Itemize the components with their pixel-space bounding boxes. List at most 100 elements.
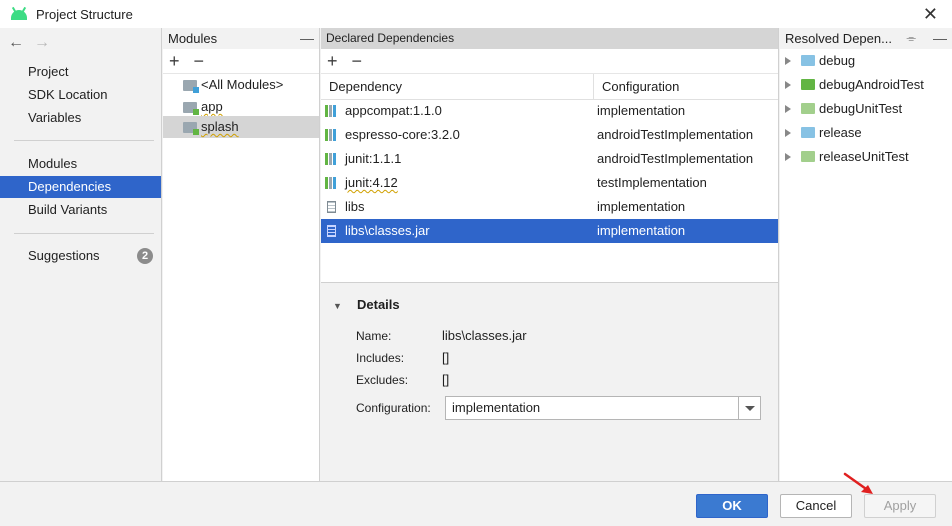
modules-panel-title: Modules: [168, 31, 218, 46]
minimize-icon[interactable]: —: [300, 28, 314, 49]
library-icon: [325, 153, 338, 165]
excludes-value[interactable]: []: [442, 372, 449, 387]
ok-button[interactable]: OK: [696, 494, 768, 518]
details-section: ▼ Details Name: libs\classes.jar Include…: [321, 282, 778, 481]
dependency-name: libs: [345, 199, 365, 214]
module-item-splash[interactable]: splash: [163, 116, 319, 138]
chevron-right-icon[interactable]: [785, 105, 791, 113]
table-row[interactable]: junit:4.12 testImplementation: [321, 171, 778, 195]
chevron-right-icon[interactable]: [785, 153, 791, 161]
table-row[interactable]: espresso-core:3.2.0 androidTestImplement…: [321, 123, 778, 147]
resolved-item-release[interactable]: release: [780, 121, 952, 145]
close-icon[interactable]: ✕: [923, 4, 938, 24]
table-row-selected[interactable]: libs\classes.jar implementation: [321, 219, 778, 243]
resolved-item-release-unit-test[interactable]: releaseUnitTest: [780, 145, 952, 169]
forward-arrow-icon[interactable]: →: [34, 34, 50, 51]
table-row[interactable]: appcompat:1.1.0 implementation: [321, 99, 778, 123]
android-studio-icon: [10, 6, 28, 21]
nav-item-project[interactable]: Project: [0, 61, 161, 83]
nav-divider: [14, 233, 154, 234]
configuration-dropdown[interactable]: implementation: [445, 396, 761, 420]
chevron-right-icon[interactable]: [785, 129, 791, 137]
all-modules-icon: [183, 80, 199, 93]
folder-icon: [801, 79, 815, 90]
dependency-name: junit:1.1.1: [345, 151, 402, 166]
resolved-item-label: debugAndroidTest: [819, 77, 924, 92]
declared-dependencies-header: Declared Dependencies: [321, 28, 778, 49]
module-item-all-modules[interactable]: <All Modules>: [163, 74, 319, 96]
table-row[interactable]: junit:1.1.1 androidTestImplementation: [321, 147, 778, 171]
details-heading: Details: [357, 297, 400, 312]
configuration-dropdown-value[interactable]: implementation: [452, 397, 540, 419]
resolved-item-debug-android-test[interactable]: debugAndroidTest: [780, 73, 952, 97]
folder-icon: [801, 103, 815, 114]
dependency-name: libs\classes.jar: [345, 223, 430, 238]
excludes-label: Excludes:: [356, 373, 409, 387]
nav-item-variables[interactable]: Variables: [0, 107, 161, 129]
module-label: <All Modules>: [201, 77, 284, 92]
nav-item-suggestions[interactable]: Suggestions 2: [0, 245, 161, 267]
add-module-button[interactable]: +: [169, 52, 180, 70]
resolved-item-label: releaseUnitTest: [819, 149, 909, 164]
annotation-arrow-icon: [843, 472, 873, 494]
resolved-item-debug[interactable]: debug: [780, 49, 952, 73]
add-dependency-button[interactable]: +: [327, 52, 338, 70]
dependency-name: junit:4.12: [345, 175, 398, 190]
remove-dependency-button[interactable]: −: [352, 52, 363, 70]
nav-item-sdk-location[interactable]: SDK Location: [0, 84, 161, 106]
nav-item-build-variants[interactable]: Build Variants: [0, 199, 161, 221]
nav-divider: [14, 140, 154, 141]
window-title: Project Structure: [36, 6, 133, 22]
suggestions-count-badge: 2: [137, 248, 153, 264]
folder-icon: [801, 55, 815, 66]
nav-item-modules[interactable]: Modules: [0, 153, 161, 175]
collapse-all-icon[interactable]: ⌯: [906, 28, 916, 49]
minimize-icon[interactable]: —: [933, 28, 947, 49]
back-arrow-icon[interactable]: ←: [8, 34, 24, 51]
dependency-configuration: androidTestImplementation: [597, 151, 754, 166]
history-arrows: ← →: [8, 34, 60, 52]
resolved-dependencies-header: Resolved Depen... ⌯ —: [780, 28, 952, 49]
jar-icon: [327, 225, 336, 237]
dependency-configuration: testImplementation: [597, 175, 707, 190]
module-label: app: [201, 99, 223, 114]
nav-item-label: Suggestions: [28, 248, 100, 263]
dependency-configuration: androidTestImplementation: [597, 127, 754, 142]
modules-panel-header: Modules —: [163, 28, 319, 49]
configuration-label: Configuration:: [356, 401, 431, 415]
library-icon: [325, 129, 338, 141]
dialog-footer: OK Cancel Apply: [0, 481, 952, 526]
apply-button[interactable]: Apply: [864, 494, 936, 518]
nav-item-dependencies[interactable]: Dependencies: [0, 176, 161, 198]
name-value: libs\classes.jar: [442, 328, 527, 343]
includes-value[interactable]: []: [442, 350, 449, 365]
library-icon: [325, 177, 338, 189]
folder-icon: [801, 151, 815, 162]
resolved-dependencies-panel: Resolved Depen... ⌯ — debug debugAndroid…: [780, 28, 952, 481]
remove-module-button[interactable]: −: [194, 52, 205, 70]
resolved-item-label: debugUnitTest: [819, 101, 903, 116]
dependency-configuration: implementation: [597, 223, 686, 238]
title-bar: Project Structure ✕: [0, 0, 952, 28]
column-header-configuration[interactable]: Configuration: [593, 74, 679, 100]
collapse-details-icon[interactable]: ▼: [333, 301, 342, 311]
dependencies-toolbar: + −: [321, 49, 778, 74]
jar-icon: [327, 201, 336, 213]
chevron-right-icon[interactable]: [785, 81, 791, 89]
module-label: splash: [201, 119, 239, 134]
column-header-dependency[interactable]: Dependency: [321, 74, 402, 100]
table-row[interactable]: libs implementation: [321, 195, 778, 219]
declared-dependencies-panel: Declared Dependencies + − Dependency Con…: [321, 28, 779, 481]
dependency-name: espresso-core:3.2.0: [345, 127, 460, 142]
resolved-item-debug-unit-test[interactable]: debugUnitTest: [780, 97, 952, 121]
module-folder-icon: [183, 102, 199, 115]
folder-icon: [801, 127, 815, 138]
module-item-app[interactable]: app: [163, 96, 319, 118]
name-label: Name:: [356, 329, 392, 343]
left-navigation: ← → Project SDK Location Variables Module…: [0, 28, 162, 481]
cancel-button[interactable]: Cancel: [780, 494, 852, 518]
chevron-down-icon[interactable]: [738, 397, 760, 419]
chevron-right-icon[interactable]: [785, 57, 791, 65]
module-folder-icon: [183, 122, 199, 135]
modules-panel: Modules — + − <All Modules> app splash: [163, 28, 320, 481]
